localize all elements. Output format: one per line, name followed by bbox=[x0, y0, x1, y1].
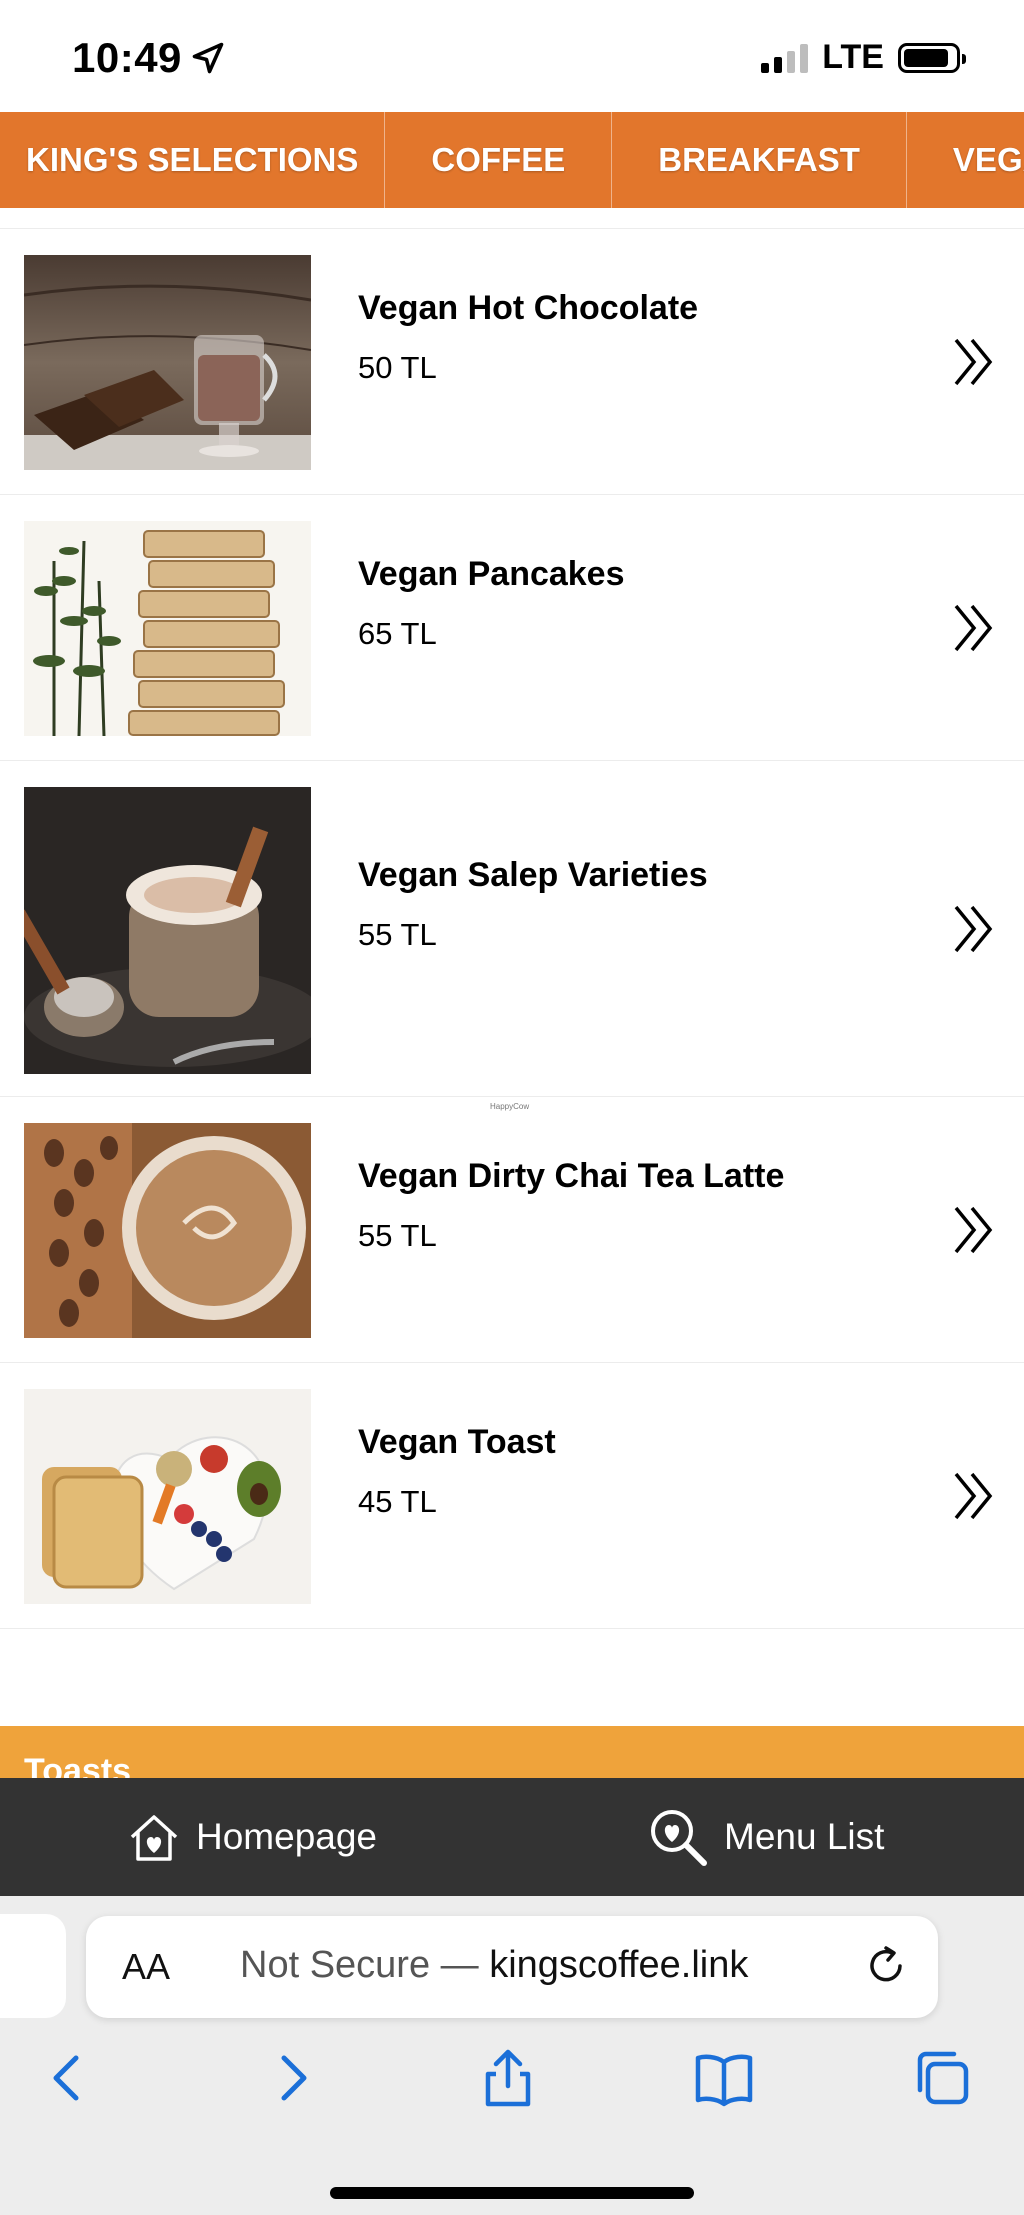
menu-item[interactable]: Vegan Dirty Chai Tea Latte 55 TL bbox=[0, 1097, 1024, 1363]
item-name: Vegan Toast bbox=[358, 1423, 556, 1461]
double-chevron-right-icon[interactable] bbox=[952, 336, 996, 388]
share-icon[interactable] bbox=[476, 2046, 540, 2110]
category-nav: KING'S SELECTIONS COFFEE BREAKFAST VEGAN bbox=[0, 112, 1024, 208]
menu-list-button[interactable]: Menu List bbox=[646, 1778, 884, 1896]
pancakes-image bbox=[24, 521, 311, 736]
security-label: Not Secure bbox=[240, 1944, 431, 1986]
toast-image bbox=[24, 1389, 311, 1604]
url-text[interactable]: Not Secure — kingscoffee.link bbox=[240, 1944, 748, 1987]
home-heart-icon bbox=[130, 1815, 178, 1861]
tab-vegan[interactable]: VEGAN bbox=[907, 112, 1024, 208]
homepage-label: Homepage bbox=[196, 1816, 378, 1857]
browser-toolbar bbox=[0, 2046, 1024, 2146]
tab-kings-selections[interactable]: KING'S SELECTIONS bbox=[0, 112, 386, 208]
item-price: 65 TL bbox=[358, 616, 437, 651]
hot-chocolate-image bbox=[24, 255, 311, 470]
section-title: Toasts bbox=[24, 1752, 132, 1778]
battery-icon bbox=[898, 42, 966, 73]
double-chevron-right-icon[interactable] bbox=[952, 1204, 996, 1256]
app-bottom-nav: Homepage Menu List bbox=[0, 1778, 1024, 1896]
menu-item[interactable]: Vegan Hot Chocolate 50 TL bbox=[0, 229, 1024, 495]
signal-icon bbox=[761, 43, 809, 73]
menu-item[interactable]: Vegan Toast 45 TL bbox=[0, 1363, 1024, 1629]
address-bar[interactable]: AA Not Secure — kingscoffee.link bbox=[86, 1916, 938, 2018]
homepage-button[interactable]: Homepage bbox=[126, 1778, 377, 1896]
status-bar: 10:49 LTE bbox=[0, 0, 1024, 112]
tabs-icon[interactable] bbox=[910, 2046, 974, 2110]
item-price: 45 TL bbox=[358, 1484, 437, 1519]
double-chevron-right-icon[interactable] bbox=[952, 602, 996, 654]
menu-list: Vegan Hot Chocolate 50 TL Vegan Pancakes… bbox=[0, 228, 1024, 1629]
search-heart-icon bbox=[651, 1810, 707, 1866]
watermark: HappyCow bbox=[490, 1102, 530, 1111]
menu-list-label: Menu List bbox=[724, 1816, 885, 1857]
item-price: 55 TL bbox=[358, 917, 437, 952]
chai-latte-image bbox=[24, 1123, 311, 1338]
status-indicators: LTE bbox=[761, 38, 966, 77]
item-name: Vegan Pancakes bbox=[358, 555, 625, 593]
tab-coffee[interactable]: COFFEE bbox=[385, 112, 613, 208]
item-name: Vegan Dirty Chai Tea Latte bbox=[358, 1157, 785, 1195]
previous-tab-preview[interactable] bbox=[0, 1914, 66, 2018]
reload-icon[interactable] bbox=[864, 1944, 908, 1988]
bookmarks-icon[interactable] bbox=[692, 2046, 756, 2110]
home-indicator[interactable] bbox=[330, 2187, 694, 2199]
network-type: LTE bbox=[822, 38, 884, 76]
tab-breakfast[interactable]: BREAKFAST bbox=[612, 112, 907, 208]
text-size-label: AA bbox=[122, 1946, 171, 1987]
browser-chrome: AA Not Secure — kingscoffee.link bbox=[0, 1896, 1024, 2215]
double-chevron-right-icon[interactable] bbox=[952, 903, 996, 955]
forward-icon[interactable] bbox=[260, 2046, 324, 2110]
item-name: Vegan Salep Varieties bbox=[358, 856, 708, 894]
back-icon[interactable] bbox=[36, 2046, 100, 2110]
menu-item[interactable]: Vegan Pancakes 65 TL bbox=[0, 495, 1024, 761]
salep-image bbox=[24, 787, 311, 1074]
domain-label: kingscoffee.link bbox=[489, 1944, 749, 1986]
status-time: 10:49 bbox=[72, 34, 182, 81]
item-name: Vegan Hot Chocolate bbox=[358, 289, 699, 327]
url-separator: — bbox=[430, 1944, 490, 1986]
double-chevron-right-icon[interactable] bbox=[952, 1470, 996, 1522]
item-price: 50 TL bbox=[358, 350, 437, 385]
item-price: 55 TL bbox=[358, 1218, 437, 1253]
section-header: Toasts bbox=[0, 1726, 1024, 1778]
location-arrow-icon bbox=[192, 42, 224, 74]
text-size-button[interactable]: AA bbox=[122, 1946, 170, 1988]
menu-item[interactable]: Vegan Salep Varieties 55 TL bbox=[0, 761, 1024, 1097]
